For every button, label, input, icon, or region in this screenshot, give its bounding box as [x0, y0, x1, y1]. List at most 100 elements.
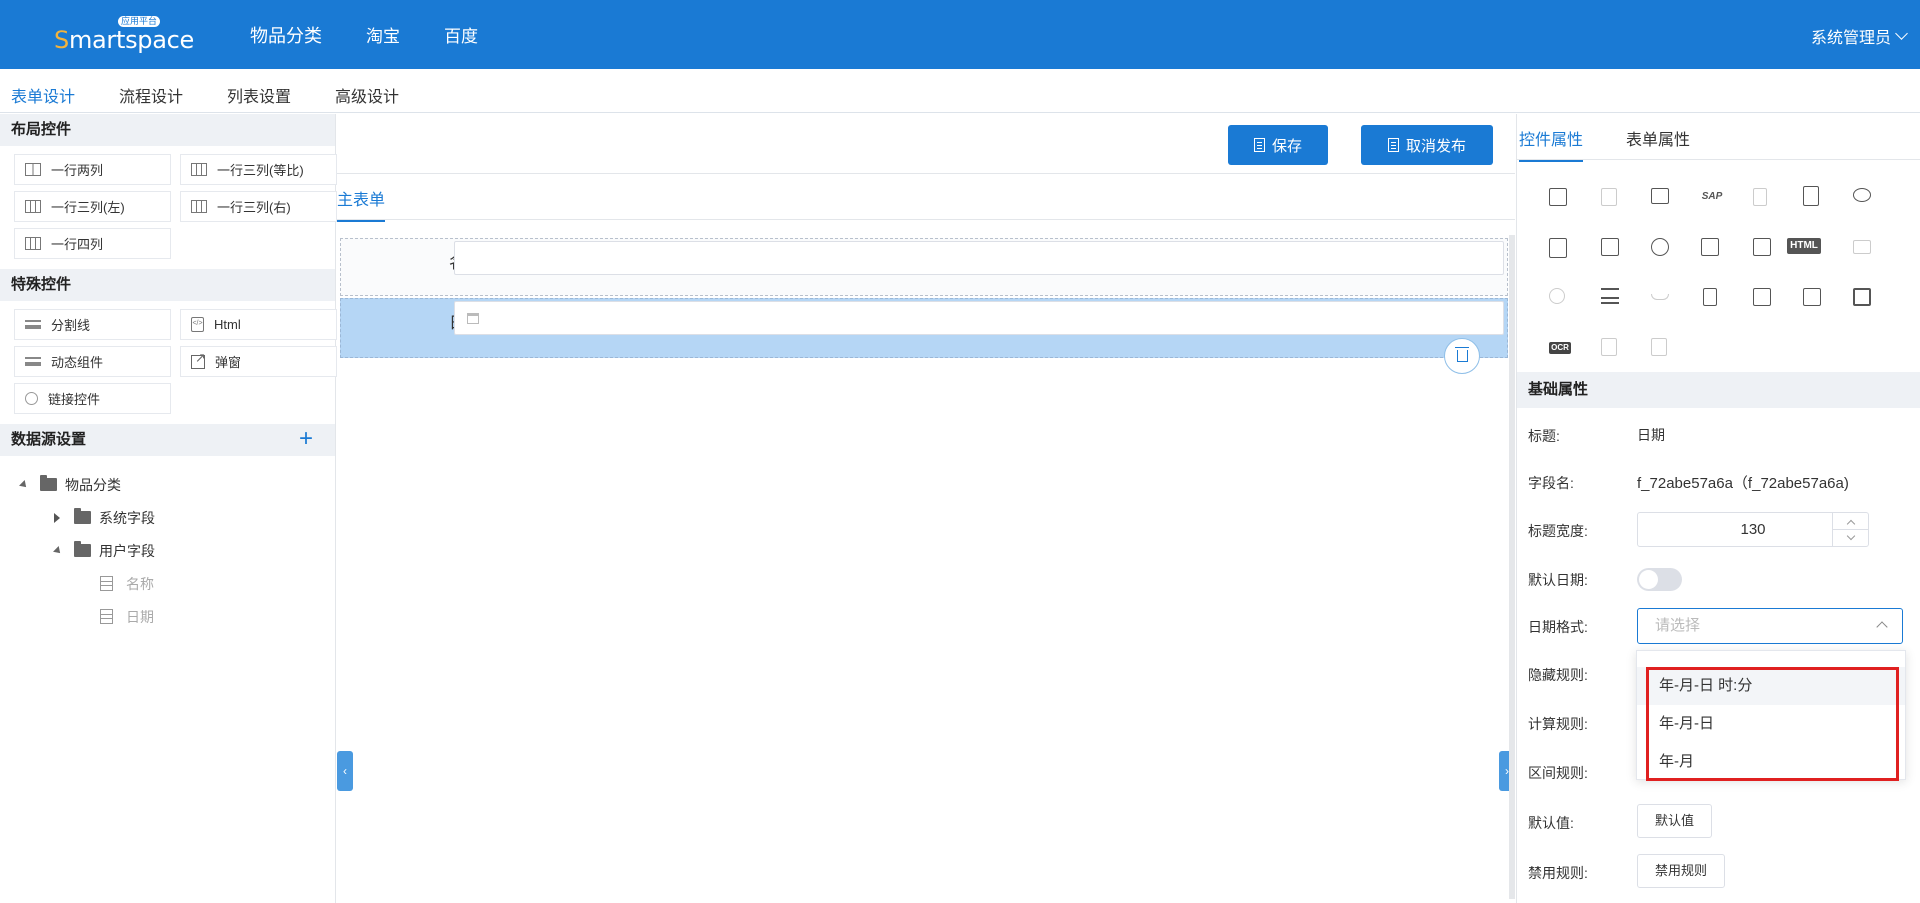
- user-icon[interactable]: [1651, 238, 1669, 256]
- ctrl-label: 动态组件: [51, 355, 104, 370]
- unpublish-label: 取消发布: [1405, 137, 1466, 155]
- tree-label: 用户字段: [99, 542, 155, 559]
- tab-control-properties[interactable]: 控件属性: [1519, 126, 1584, 162]
- image-icon[interactable]: [1601, 238, 1619, 256]
- ctrl-one-row-three-cols-right[interactable]: 一行三列(右): [180, 191, 337, 222]
- nav-item-taobao[interactable]: 淘宝: [366, 22, 400, 47]
- list-icon[interactable]: [1601, 288, 1619, 304]
- circle-icon[interactable]: [1549, 288, 1565, 304]
- logo[interactable]: 应用平台 Smartspace: [54, 16, 194, 56]
- canvas-scrollbar[interactable]: [1509, 235, 1515, 899]
- pen-icon[interactable]: [1753, 188, 1767, 206]
- ctrl-one-row-two-cols[interactable]: 一行两列: [14, 154, 171, 185]
- ocr-icon[interactable]: OCR: [1549, 342, 1571, 354]
- tree-node-user-fields[interactable]: 用户字段: [20, 534, 335, 567]
- nav-item-category[interactable]: 物品分类: [250, 22, 322, 48]
- ctrl-dynamic-component[interactable]: 动态组件: [14, 346, 171, 377]
- calendar-icon: [467, 313, 479, 324]
- chevron-up-icon: [1876, 621, 1888, 633]
- ctrl-one-row-four-cols[interactable]: 一行四列: [14, 228, 171, 259]
- blank-document-icon[interactable]: [1601, 338, 1617, 356]
- checklist-icon[interactable]: [1753, 288, 1771, 306]
- caret-down-icon[interactable]: [19, 479, 29, 490]
- folder-icon: [40, 475, 57, 491]
- gallery-icon[interactable]: [1803, 288, 1821, 306]
- name-input[interactable]: [454, 241, 1504, 275]
- document-icon[interactable]: [1803, 186, 1819, 206]
- form-row-date[interactable]: 日期: [340, 298, 1508, 358]
- prop-format-label: 日期格式:: [1528, 619, 1588, 635]
- prop-hide-label: 隐藏规则:: [1528, 667, 1588, 683]
- photo-icon[interactable]: [1753, 238, 1771, 256]
- ctrl-label: 一行三列(右): [217, 200, 291, 215]
- tree-label: 日期: [126, 608, 154, 625]
- prop-calc-label: 计算规则:: [1528, 716, 1588, 732]
- ctrl-divider[interactable]: 分割线: [14, 309, 171, 340]
- html-icon[interactable]: HTML: [1787, 238, 1821, 254]
- default-date-toggle[interactable]: [1637, 568, 1682, 591]
- save-button[interactable]: 保存: [1228, 125, 1328, 165]
- form-canvas-area: 保存 取消发布 主表单: [337, 114, 1515, 903]
- org-icon[interactable]: [1701, 238, 1719, 256]
- barcode-icon[interactable]: [1853, 240, 1871, 254]
- ctrl-label: 一行两列: [51, 163, 104, 178]
- tab-flow-design[interactable]: 流程设计: [119, 83, 183, 117]
- tree-node-system-fields[interactable]: 系统字段: [20, 501, 335, 534]
- unpublish-button[interactable]: 取消发布: [1361, 125, 1493, 165]
- caret-right-icon[interactable]: [54, 512, 60, 523]
- ctrl-label: 一行三列(等比): [217, 163, 304, 178]
- add-document-icon[interactable]: [1651, 338, 1667, 356]
- disable-rule-button[interactable]: 禁用规则: [1637, 854, 1726, 888]
- user-menu[interactable]: 系统管理员: [1811, 24, 1908, 48]
- default-value-button[interactable]: 默认值: [1637, 804, 1713, 838]
- tab-list-settings[interactable]: 列表设置: [227, 83, 291, 117]
- prop-width-label: 标题宽度:: [1528, 523, 1588, 539]
- divider-icon: [25, 320, 41, 329]
- title-width-value: 130: [1740, 521, 1766, 538]
- collapse-left-button[interactable]: ‹: [337, 751, 353, 791]
- attachment-icon[interactable]: [1549, 238, 1567, 258]
- tab-main-form[interactable]: 主表单: [337, 186, 386, 222]
- ctrl-one-row-three-cols-equal[interactable]: 一行三列(等比): [180, 154, 337, 185]
- title-width-input[interactable]: 130: [1637, 512, 1869, 547]
- search-document-icon[interactable]: [1853, 288, 1871, 306]
- date-input[interactable]: [454, 301, 1504, 335]
- property-tabs: 控件属性 表单属性: [1517, 114, 1920, 162]
- ctrl-popup[interactable]: 弹窗: [180, 346, 337, 377]
- caret-down-icon[interactable]: [53, 545, 63, 556]
- tab-form-properties[interactable]: 表单属性: [1626, 126, 1690, 160]
- dropdown-icon[interactable]: [1549, 188, 1567, 206]
- left-panel: 布局控件 一行两列 一行三列(等比) 一行三列(左) 一行三列(右) 一行四列 …: [0, 114, 337, 903]
- ctrl-html[interactable]: </> Html: [180, 309, 337, 340]
- prop-title-label: 标题:: [1528, 428, 1560, 444]
- top-bar: 应用平台 Smartspace 物品分类 淘宝 百度 系统管理员: [0, 0, 1920, 69]
- copy-icon[interactable]: [1601, 188, 1617, 206]
- tree-node-root[interactable]: 物品分类: [19, 468, 335, 501]
- layout-controls: 一行两列 一行三列(等比) 一行三列(左) 一行三列(右) 一行四列: [0, 146, 337, 269]
- datasource-heading: 数据源设置 +: [0, 424, 335, 456]
- arc-icon[interactable]: [1651, 294, 1669, 300]
- top-nav: 物品分类 淘宝 百度: [250, 0, 522, 69]
- add-icon[interactable]: +: [299, 424, 313, 454]
- tree-field-date[interactable]: 日期: [20, 600, 335, 633]
- link-icon: [25, 392, 38, 405]
- columns-icon: [25, 163, 41, 176]
- ctrl-label: 一行三列(左): [51, 200, 125, 215]
- sap-icon[interactable]: SAP: [1699, 186, 1725, 208]
- columns-icon: [191, 163, 207, 176]
- tab-advanced-design[interactable]: 高级设计: [335, 83, 399, 117]
- link-icon[interactable]: [1853, 188, 1871, 202]
- duplicate-icon[interactable]: [1651, 188, 1669, 204]
- date-format-select[interactable]: 请选择: [1637, 608, 1903, 644]
- ctrl-link[interactable]: 链接控件: [14, 383, 171, 414]
- form-row-name[interactable]: 名称: [340, 238, 1508, 296]
- delete-row-button[interactable]: [1444, 338, 1480, 374]
- special-controls: 分割线 </> Html 动态组件 弹窗 链接控件: [0, 301, 337, 424]
- nav-item-baidu[interactable]: 百度: [444, 22, 478, 47]
- save-label: 保存: [1271, 137, 1302, 155]
- datasource-tree: 物品分类 系统字段 用户字段 名称 日期: [0, 456, 335, 633]
- ctrl-one-row-three-cols-left[interactable]: 一行三列(左): [14, 191, 171, 222]
- logo-text: Smartspace: [54, 26, 195, 54]
- stamp-icon[interactable]: [1703, 288, 1717, 306]
- tree-field-name[interactable]: 名称: [20, 567, 335, 600]
